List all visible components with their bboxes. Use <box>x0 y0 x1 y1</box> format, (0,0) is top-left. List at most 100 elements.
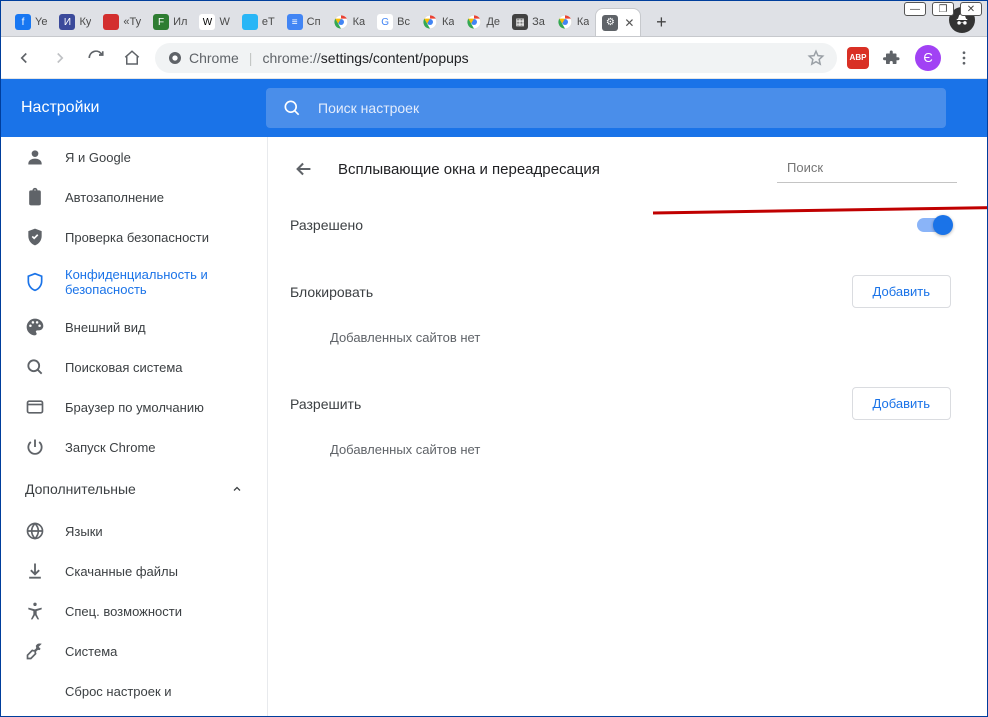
extensions-button[interactable] <box>879 45 905 71</box>
close-tab-icon[interactable]: ✕ <box>622 16 634 30</box>
browser-tab[interactable]: eT <box>236 8 281 36</box>
tab-favicon <box>103 14 119 30</box>
address-bar[interactable]: Chrome | chrome://settings/content/popup… <box>155 43 837 73</box>
adblock-extension-icon[interactable]: ABP <box>847 47 869 69</box>
profile-avatar[interactable]: Є <box>915 45 941 71</box>
panel-search-input[interactable] <box>787 160 963 175</box>
chrome-logo-icon <box>167 50 183 66</box>
tab-label: eT <box>262 16 275 28</box>
browser-tab[interactable]: WW <box>193 8 235 36</box>
browser-tab[interactable]: Ка <box>551 8 596 36</box>
tab-label: Ку <box>79 16 91 28</box>
allow-section-header: Разрешить Добавить <box>290 369 957 428</box>
sidebar-item[interactable]: Скачанные файлы <box>1 551 267 591</box>
block-section-header: Блокировать Добавить <box>290 257 957 316</box>
settings-search-input[interactable] <box>318 100 930 116</box>
browser-toolbar: Chrome | chrome://settings/content/popup… <box>1 37 987 79</box>
tab-favicon <box>422 14 438 30</box>
browser-tab[interactable]: Ка <box>416 8 461 36</box>
globe-icon <box>25 521 45 541</box>
sidebar-item[interactable]: Система <box>1 631 267 671</box>
reload-button[interactable] <box>83 45 109 71</box>
panel-title: Всплывающие окна и переадресация <box>338 161 600 178</box>
back-button[interactable] <box>11 45 37 71</box>
tab-label: Де <box>486 16 500 28</box>
tab-label: Ка <box>442 16 455 28</box>
settings-search-box[interactable] <box>266 88 946 128</box>
close-window-button[interactable]: ✕ <box>960 2 982 16</box>
browser-tab[interactable]: ▦За <box>506 8 551 36</box>
sidebar-item[interactable]: Сброс настроек и <box>1 671 267 711</box>
tab-favicon: ≡ <box>287 14 303 30</box>
allow-label: Разрешить <box>290 396 361 412</box>
sidebar-item[interactable]: Я и Google <box>1 137 267 177</box>
panel-search[interactable] <box>777 156 957 183</box>
shield-check-icon <box>25 227 45 247</box>
allow-empty-text: Добавленных сайтов нет <box>290 428 957 481</box>
browser-tab[interactable]: GВс <box>371 8 416 36</box>
sidebar-item[interactable]: Конфиденциальность и безопасность <box>1 257 267 307</box>
tab-label: Сп <box>307 16 321 28</box>
browser-tab[interactable]: Де <box>460 8 506 36</box>
person-icon <box>25 147 45 167</box>
menu-button[interactable] <box>951 45 977 71</box>
browser-tab[interactable]: «Ту <box>97 8 147 36</box>
sidebar-item-label: Система <box>65 644 117 659</box>
settings-sidebar[interactable]: Я и Google Автозаполнение Проверка безопас… <box>1 137 268 716</box>
shield-icon <box>25 272 45 292</box>
sidebar-item[interactable]: Спец. возможности <box>1 591 267 631</box>
settings-header: Настройки <box>1 79 987 137</box>
browser-tab[interactable]: Ка <box>327 8 372 36</box>
bookmark-star-icon[interactable] <box>807 49 825 67</box>
sidebar-item[interactable]: Поисковая система <box>1 347 267 387</box>
add-allow-button[interactable]: Добавить <box>852 387 951 420</box>
tab-label: Ка <box>577 16 590 28</box>
tab-favicon: F <box>153 14 169 30</box>
sidebar-item[interactable]: Браузер по умолчанию <box>1 387 267 427</box>
power-icon <box>25 437 45 457</box>
sidebar-item[interactable]: Языки <box>1 511 267 551</box>
site-info-icon[interactable]: Chrome <box>167 50 239 66</box>
forward-button[interactable] <box>47 45 73 71</box>
blank-icon <box>25 681 45 701</box>
chevron-up-icon <box>231 483 243 495</box>
sidebar-item[interactable]: Проверка безопасности <box>1 217 267 257</box>
clipboard-icon <box>25 187 45 207</box>
palette-icon <box>25 317 45 337</box>
site-info-label: Chrome <box>189 50 239 66</box>
home-button[interactable] <box>119 45 145 71</box>
sidebar-section-additional[interactable]: Дополнительные <box>1 467 267 511</box>
tab-favicon: f <box>15 14 31 30</box>
search-icon <box>282 98 302 118</box>
minimize-button[interactable]: — <box>904 2 926 16</box>
add-block-button[interactable]: Добавить <box>852 275 951 308</box>
sidebar-item-label: Автозаполнение <box>65 190 164 205</box>
wrench-icon <box>25 641 45 661</box>
tab-label: За <box>532 16 545 28</box>
browser-tab[interactable]: F Ил <box>147 8 193 36</box>
window-controls: — ❐ ✕ <box>904 2 982 16</box>
allowed-toggle-row: Разрешено <box>290 193 957 257</box>
accessibility-icon <box>25 601 45 621</box>
sidebar-item[interactable]: Внешний вид <box>1 307 267 347</box>
browser-tab[interactable]: ≡ Сп <box>281 8 327 36</box>
panel-back-button[interactable] <box>290 155 318 183</box>
sidebar-item-label: Скачанные файлы <box>65 564 178 579</box>
settings-panel: Всплывающие окна и переадресация Разреше… <box>268 137 987 716</box>
browser-tab[interactable]: И Ку <box>53 8 97 36</box>
allowed-toggle[interactable] <box>917 218 951 232</box>
maximize-button[interactable]: ❐ <box>932 2 954 16</box>
url-text: chrome://settings/content/popups <box>262 50 468 66</box>
search-icon <box>25 357 45 377</box>
sidebar-item-label: Браузер по умолчанию <box>65 400 204 415</box>
tab-favicon: И <box>59 14 75 30</box>
browser-tab[interactable]: fYe <box>9 8 53 36</box>
new-tab-button[interactable]: + <box>647 8 675 36</box>
sidebar-item[interactable]: Запуск Chrome <box>1 427 267 467</box>
browser-icon <box>25 397 45 417</box>
browser-tab[interactable]: ⚙✕ <box>595 8 641 36</box>
sidebar-item[interactable]: Автозаполнение <box>1 177 267 217</box>
tab-label: W <box>219 16 229 28</box>
sidebar-section-label: Дополнительные <box>25 481 136 497</box>
tab-label: Ил <box>173 16 187 28</box>
